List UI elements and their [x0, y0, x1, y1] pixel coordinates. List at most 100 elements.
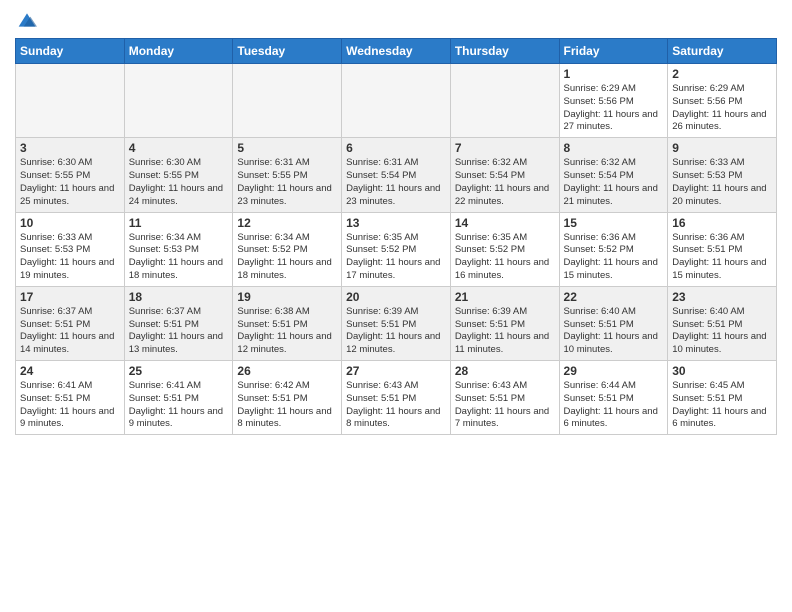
- day-info: Sunrise: 6:43 AMSunset: 5:51 PMDaylight:…: [346, 380, 446, 431]
- day-number: 3: [20, 141, 120, 155]
- daylight-label: Daylight: 11 hours and 20 minutes.: [672, 183, 766, 207]
- daylight-label: Daylight: 11 hours and 19 minutes.: [20, 257, 114, 281]
- calendar-cell: [124, 64, 233, 138]
- day-number: 19: [237, 290, 337, 304]
- sunrise-text: Sunrise: 6:31 AM: [237, 157, 309, 168]
- day-info: Sunrise: 6:41 AMSunset: 5:51 PMDaylight:…: [20, 380, 120, 431]
- day-info: Sunrise: 6:33 AMSunset: 5:53 PMDaylight:…: [672, 157, 772, 208]
- sunrise-text: Sunrise: 6:35 AM: [455, 232, 527, 243]
- day-info: Sunrise: 6:35 AMSunset: 5:52 PM Daylight:…: [455, 232, 555, 283]
- sunrise-text: Sunrise: 6:44 AM: [564, 380, 636, 391]
- logo: [15, 10, 37, 30]
- daylight-label: Daylight: 11 hours and 15 minutes.: [564, 257, 658, 281]
- day-number: 10: [20, 216, 120, 230]
- col-header-thursday: Thursday: [450, 39, 559, 64]
- calendar-cell: 24Sunrise: 6:41 AMSunset: 5:51 PMDayligh…: [16, 361, 125, 435]
- day-info: Sunrise: 6:32 AMSunset: 5:54 PMDaylight:…: [564, 157, 664, 208]
- day-number: 25: [129, 364, 229, 378]
- daylight-label: Daylight: 11 hours and 11 minutes.: [455, 331, 549, 355]
- day-info: Sunrise: 6:34 AMSunset: 5:52 PMDaylight:…: [237, 232, 337, 283]
- sunset-text: Sunset: 5:51 PM: [20, 393, 90, 404]
- calendar-cell: 25Sunrise: 6:41 AMSunset: 5:51 PMDayligh…: [124, 361, 233, 435]
- sunrise-text: Sunrise: 6:29 AM: [672, 83, 744, 94]
- day-number: 22: [564, 290, 664, 304]
- calendar-cell: 27Sunrise: 6:43 AMSunset: 5:51 PMDayligh…: [342, 361, 451, 435]
- daylight-label: Daylight: 11 hours and 22 minutes.: [455, 183, 549, 207]
- sunrise-text: Sunrise: 6:41 AM: [129, 380, 201, 391]
- day-number: 20: [346, 290, 446, 304]
- calendar-cell: 11Sunrise: 6:34 AMSunset: 5:53 PMDayligh…: [124, 212, 233, 286]
- calendar-cell: 21Sunrise: 6:39 AMSunset: 5:51 PMDayligh…: [450, 286, 559, 360]
- daylight-label: Daylight: 11 hours and 24 minutes.: [129, 183, 223, 207]
- sunset-text: Sunset: 5:51 PM: [237, 393, 307, 404]
- sunset-text: Sunset: 5:51 PM: [672, 393, 742, 404]
- daylight-label: Daylight: 11 hours and 6 minutes.: [672, 406, 766, 430]
- sunset-text: Sunset: 5:54 PM: [455, 170, 525, 181]
- calendar-cell: 29Sunrise: 6:44 AMSunset: 5:51 PMDayligh…: [559, 361, 668, 435]
- day-info: Sunrise: 6:36 AMSunset: 5:51 PM Daylight:…: [672, 232, 772, 283]
- sunrise-text: Sunrise: 6:31 AM: [346, 157, 418, 168]
- calendar-cell: 1Sunrise: 6:29 AMSunset: 5:56 PMDaylight…: [559, 64, 668, 138]
- sunrise-text: Sunrise: 6:30 AM: [20, 157, 92, 168]
- sunrise-text: Sunrise: 6:34 AM: [237, 232, 309, 243]
- calendar-cell: 23Sunrise: 6:40 AMSunset: 5:51 PMDayligh…: [668, 286, 777, 360]
- day-info: Sunrise: 6:30 AMSunset: 5:55 PMDaylight:…: [20, 157, 120, 208]
- sunset-text: Sunset: 5:53 PM: [129, 244, 199, 255]
- sunrise-text: Sunrise: 6:39 AM: [455, 306, 527, 317]
- sunrise-text: Sunrise: 6:40 AM: [672, 306, 744, 317]
- calendar-week-1: 1Sunrise: 6:29 AMSunset: 5:56 PMDaylight…: [16, 64, 777, 138]
- day-number: 7: [455, 141, 555, 155]
- calendar-cell: 28Sunrise: 6:43 AMSunset: 5:51 PMDayligh…: [450, 361, 559, 435]
- calendar-cell: 22 Sunrise: 6:40 AMSunset: 5:51 PMDayligh…: [559, 286, 668, 360]
- calendar-cell: 19Sunrise: 6:38 AMSunset: 5:51 PMDayligh…: [233, 286, 342, 360]
- calendar-cell: 30Sunrise: 6:45 AMSunset: 5:51 PMDayligh…: [668, 361, 777, 435]
- daylight-label: Daylight: 11 hours and 23 minutes.: [237, 183, 331, 207]
- sunrise-text: Sunrise: 6:36 AM: [672, 232, 744, 243]
- day-number: 17: [20, 290, 120, 304]
- day-info: Sunrise: 6:32 AMSunset: 5:54 PMDaylight:…: [455, 157, 555, 208]
- calendar-week-3: 10Sunrise: 6:33 AMSunset: 5:53 PMDayligh…: [16, 212, 777, 286]
- calendar-cell: [233, 64, 342, 138]
- daylight-label: Daylight: 11 hours and 10 minutes.: [564, 331, 658, 355]
- day-info: Sunrise: 6:31 AMSunset: 5:54 PMDaylight:…: [346, 157, 446, 208]
- sunset-text: Sunset: 5:53 PM: [20, 244, 90, 255]
- sunset-text: Sunset: 5:56 PM: [564, 96, 634, 107]
- day-number: 28: [455, 364, 555, 378]
- day-info: Sunrise: 6:30 AMSunset: 5:55 PMDaylight:…: [129, 157, 229, 208]
- daylight-label: Daylight: 11 hours and 7 minutes.: [455, 406, 549, 430]
- calendar-week-2: 3 Sunrise: 6:30 AMSunset: 5:55 PMDaylight…: [16, 138, 777, 212]
- day-number: 9: [672, 141, 772, 155]
- sunset-text: Sunset: 5:52 PM: [237, 244, 307, 255]
- daylight-label: Daylight: 11 hours and 14 minutes.: [20, 331, 114, 355]
- calendar-cell: [342, 64, 451, 138]
- sunset-text: Sunset: 5:51 PM: [672, 244, 742, 255]
- calendar-cell: [450, 64, 559, 138]
- day-info: Sunrise: 6:37 AMSunset: 5:51 PMDaylight:…: [129, 306, 229, 357]
- day-info: Sunrise: 6:39 AMSunset: 5:51 PMDaylight:…: [346, 306, 446, 357]
- daylight-label: Daylight: 11 hours and 26 minutes.: [672, 109, 766, 133]
- day-info: Sunrise: 6:45 AM Sunset: 5:51 PM Daylight:…: [672, 380, 772, 431]
- daylight-label: Daylight: 11 hours and 8 minutes.: [237, 406, 331, 430]
- calendar-cell: 12Sunrise: 6:34 AMSunset: 5:52 PMDayligh…: [233, 212, 342, 286]
- sunrise-text: Sunrise: 6:40 AM: [564, 306, 636, 317]
- day-number: 13: [346, 216, 446, 230]
- sunset-text: Sunset: 5:52 PM: [346, 244, 416, 255]
- sunset-text: Sunset: 5:52 PM: [564, 244, 634, 255]
- calendar-week-4: 17 Sunrise: 6:37 AMSunset: 5:51 PMDayligh…: [16, 286, 777, 360]
- sunset-text: Sunset: 5:52 PM: [455, 244, 525, 255]
- daylight-label: Daylight: 11 hours and 16 minutes.: [455, 257, 549, 281]
- daylight-label: Daylight: 11 hours and 15 minutes.: [672, 257, 766, 281]
- calendar-cell: 10Sunrise: 6:33 AMSunset: 5:53 PMDayligh…: [16, 212, 125, 286]
- day-number: 8: [564, 141, 664, 155]
- sunset-text: Sunset: 5:54 PM: [564, 170, 634, 181]
- col-header-friday: Friday: [559, 39, 668, 64]
- sunrise-text: Sunrise: 6:30 AM: [129, 157, 201, 168]
- sunrise-text: Sunrise: 6:45 AM: [672, 380, 744, 391]
- daylight-label: Daylight: 11 hours and 10 minutes.: [672, 331, 766, 355]
- day-info: Sunrise: 6:31 AMSunset: 5:55 PMDaylight:…: [237, 157, 337, 208]
- calendar-cell: 5Sunrise: 6:31 AMSunset: 5:55 PMDaylight…: [233, 138, 342, 212]
- logo-icon: [17, 10, 37, 30]
- calendar-cell: 9 Sunrise: 6:33 AMSunset: 5:53 PMDaylight…: [668, 138, 777, 212]
- day-info: Sunrise: 6:29 AMSunset: 5:56 PMDaylight:…: [564, 83, 664, 134]
- day-info: Sunrise: 6:40 AMSunset: 5:51 PMDaylight:…: [564, 306, 664, 357]
